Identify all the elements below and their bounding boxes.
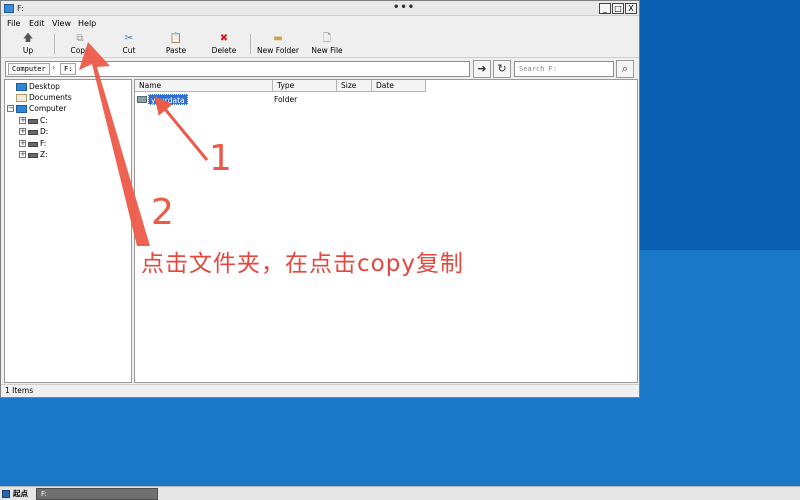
close-button[interactable]: X	[625, 3, 637, 14]
breadcrumb-chevron-icon: ›	[80, 63, 84, 72]
cut-button[interactable]: ✂ Cut	[104, 33, 154, 57]
paste-label: Paste	[165, 46, 187, 55]
delete-button[interactable]: ✖ Delete	[199, 33, 249, 57]
breadcrumb-f-drive[interactable]: F:	[60, 63, 77, 75]
title-bar[interactable]: F: ••• _ □ X	[1, 1, 639, 16]
tree-item-computer[interactable]: Computer	[16, 103, 66, 114]
menu-help[interactable]: Help	[78, 19, 96, 28]
tree-label: Computer	[29, 104, 67, 113]
address-field[interactable]: Computer › F: ›	[5, 61, 470, 77]
up-button[interactable]: 🡅 Up	[3, 33, 53, 57]
new-folder-button[interactable]: ▬ New Folder	[252, 33, 304, 57]
file-type-cell: Folder	[274, 95, 298, 104]
toolbar-separator	[250, 34, 251, 54]
tree-item-drive-z[interactable]: Z:	[28, 149, 48, 160]
start-button[interactable]: 起点	[1, 488, 28, 500]
toolbar: 🡅 Up ⧉ Copy ✂ Cut 📋 Paste ✖ Delete ▬ New…	[1, 30, 639, 58]
paste-button[interactable]: 📋 Paste	[151, 33, 201, 57]
table-row[interactable]: yourdata Folder	[136, 94, 636, 105]
folder-tree: Desktop Documents − Computer + C: + D: +…	[4, 79, 132, 383]
new-file-label: New File	[311, 46, 343, 55]
delete-label: Delete	[211, 46, 237, 55]
tree-item-drive-f[interactable]: F:	[28, 138, 46, 149]
cut-label: Cut	[122, 46, 136, 55]
delete-x-icon: ✖	[219, 33, 229, 44]
tree-label: Documents	[29, 93, 72, 102]
title-dots-icon: •••	[393, 2, 416, 13]
tree-label: F:	[40, 139, 47, 148]
copy-label: Copy	[70, 46, 90, 55]
window-icon	[4, 4, 14, 13]
expand-icon[interactable]: +	[19, 128, 26, 135]
expand-icon[interactable]: +	[19, 117, 26, 124]
tree-item-documents[interactable]: Documents	[16, 92, 72, 103]
window-title: F:	[17, 4, 24, 13]
tree-item-drive-d[interactable]: D:	[28, 126, 48, 137]
new-file-button[interactable]: 🗋 New File	[302, 33, 352, 57]
tree-item-drive-c[interactable]: C:	[28, 115, 48, 126]
taskbar: 起点 F:	[0, 486, 800, 500]
folder-icon	[137, 96, 147, 103]
copy-button[interactable]: ⧉ Copy	[55, 33, 105, 57]
tree-label: Z:	[40, 150, 48, 159]
breadcrumb-chevron-icon: ›	[52, 63, 56, 72]
drive-icon	[28, 141, 38, 147]
tree-item-desktop[interactable]: Desktop	[16, 81, 60, 92]
monitor-icon	[16, 83, 27, 91]
tree-label: D:	[40, 127, 49, 136]
annotation-step-2: 2	[151, 192, 174, 233]
file-manager-window: F: ••• _ □ X File Edit View Help 🡅 Up ⧉ …	[0, 0, 640, 398]
tree-label: Desktop	[29, 82, 60, 91]
tree-label: C:	[40, 116, 48, 125]
search-input[interactable]	[514, 61, 614, 77]
start-logo-icon	[2, 490, 10, 498]
paste-icon: 📋	[169, 33, 183, 44]
status-bar: 1 Items	[1, 384, 639, 397]
drive-icon	[28, 118, 38, 124]
drive-icon	[28, 152, 38, 158]
annotation-caption: 点击文件夹，在点击copy复制	[141, 251, 464, 277]
collapse-icon[interactable]: −	[7, 105, 14, 112]
scissors-icon: ✂	[124, 33, 134, 44]
file-name-cell[interactable]: yourdata	[148, 94, 188, 105]
annotation-step-1: 1	[209, 138, 232, 179]
up-arrow-icon: 🡅	[22, 33, 34, 44]
column-header-type[interactable]: Type	[273, 80, 337, 92]
taskbar-window-item[interactable]: F:	[36, 488, 158, 500]
new-file-icon: 🗋	[322, 33, 332, 44]
up-label: Up	[22, 46, 34, 55]
file-list: Name Type Size Date yourdata Folder	[134, 79, 638, 383]
menu-view[interactable]: View	[52, 19, 71, 28]
expand-icon[interactable]: +	[19, 151, 26, 158]
column-header-name[interactable]: Name	[135, 80, 273, 92]
new-folder-icon: ▬	[273, 33, 283, 44]
refresh-icon[interactable]: ↻	[493, 60, 511, 78]
column-header-date[interactable]: Date	[372, 80, 426, 92]
minimize-button[interactable]: _	[599, 3, 611, 14]
menu-file[interactable]: File	[7, 19, 20, 28]
new-folder-label: New Folder	[257, 46, 299, 55]
search-icon[interactable]: ⌕	[616, 60, 634, 78]
column-header-size[interactable]: Size	[337, 80, 372, 92]
address-bar: Computer › F: › ➜ ↻ ⌕	[1, 59, 639, 79]
monitor-icon	[16, 105, 27, 113]
documents-icon	[16, 94, 27, 102]
copy-icon: ⧉	[76, 33, 84, 44]
go-arrow-icon[interactable]: ➜	[473, 60, 491, 78]
menu-bar: File Edit View Help	[1, 17, 639, 30]
expand-icon[interactable]: +	[19, 140, 26, 147]
start-label: 起点	[13, 489, 28, 498]
menu-edit[interactable]: Edit	[29, 19, 45, 28]
maximize-button[interactable]: □	[612, 3, 624, 14]
drive-icon	[28, 129, 38, 135]
breadcrumb-computer[interactable]: Computer	[8, 63, 50, 75]
